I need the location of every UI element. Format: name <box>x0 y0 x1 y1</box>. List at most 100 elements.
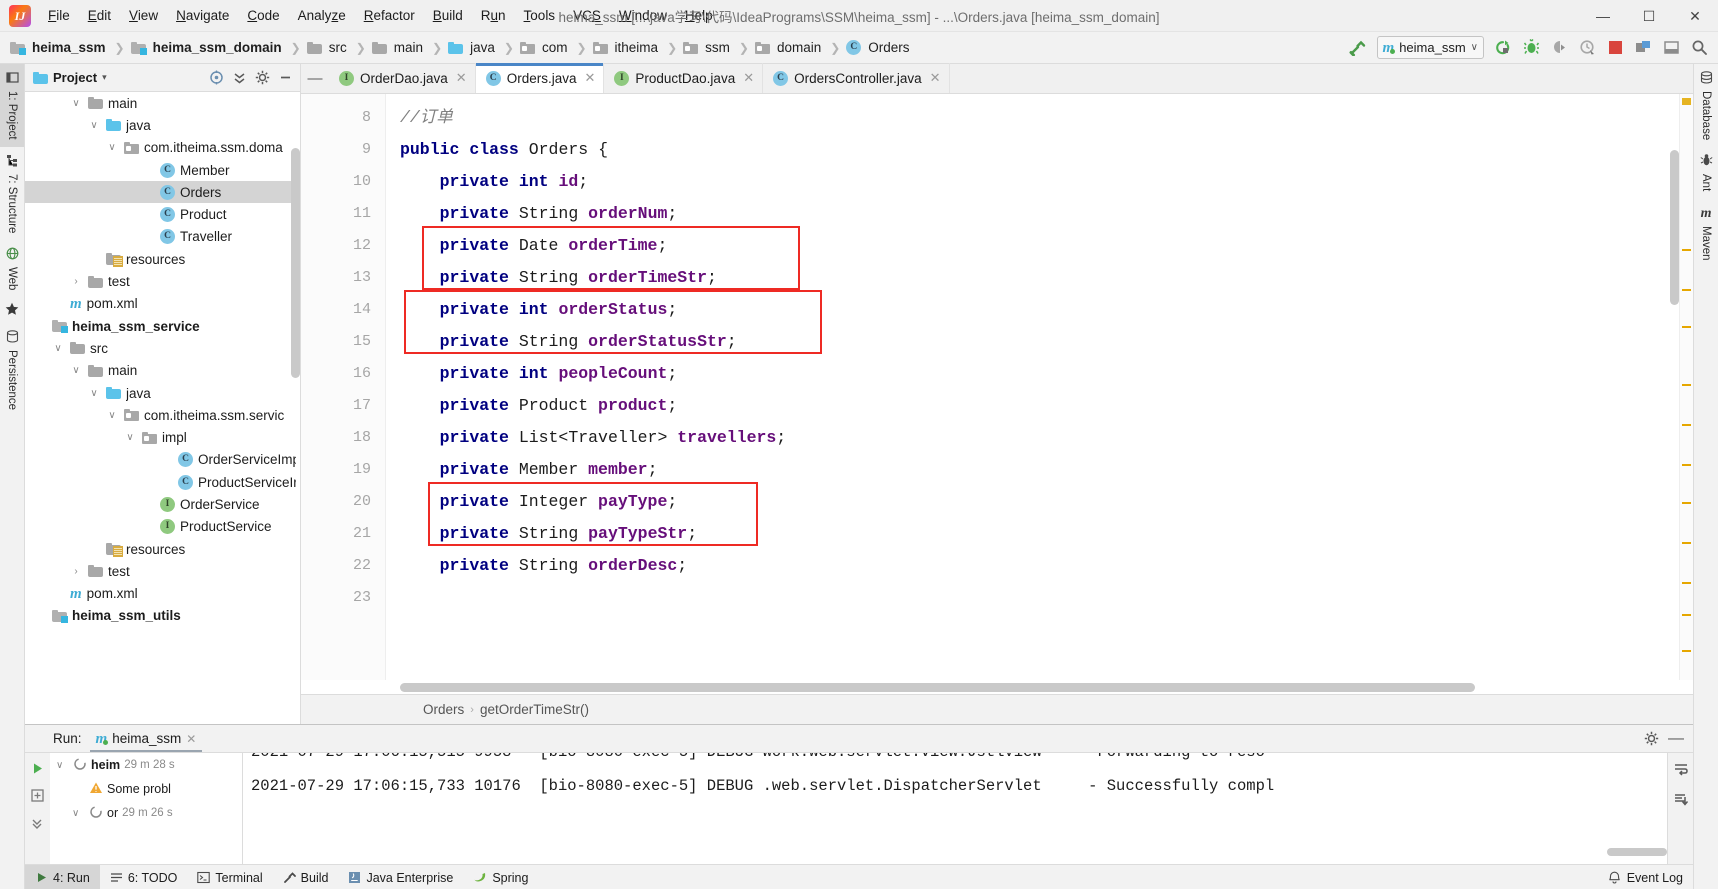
code-editor[interactable]: 8 9 10 11 12 13 14 15 16 17 18 19 20 21 22 23 //订单 publi… <box>301 94 1693 680</box>
close-icon[interactable]: ✕ <box>930 70 941 86</box>
close-button[interactable]: ✕ <box>1672 0 1718 32</box>
run-configuration-selector[interactable]: m heima_ssm ∨ <box>1376 36 1484 59</box>
code-line-23[interactable] <box>386 582 1679 614</box>
project-tree-item-test[interactable]: › test <box>25 270 300 292</box>
settings-gear-icon[interactable] <box>251 67 273 89</box>
chevron-down-icon[interactable]: ∨ <box>69 364 83 378</box>
rerun-icon[interactable] <box>27 757 49 779</box>
stripe-marker-4[interactable] <box>1682 424 1691 426</box>
menu-help[interactable]: Help <box>676 0 722 32</box>
close-icon[interactable]: ✕ <box>186 732 196 746</box>
stripe-marker-9[interactable] <box>1682 614 1691 616</box>
project-tree-item-main[interactable]: ∨ main <box>25 92 300 114</box>
code-line-19[interactable]: private Member member; <box>386 454 1679 486</box>
project-tree-item-resources[interactable]: resources <box>25 538 300 560</box>
code-line-13[interactable]: private String orderTimeStr; <box>386 262 1679 294</box>
console-output[interactable]: 2021-07-29 17:06:15,515 9958 [bio-8080-e… <box>243 753 1667 864</box>
project-tree-item-main[interactable]: ∨ main <box>25 360 300 382</box>
hide-panel-icon[interactable] <box>274 67 296 89</box>
stripe-marker-1[interactable] <box>1682 289 1691 291</box>
stripe-marker-8[interactable] <box>1682 582 1691 584</box>
more-options-icon[interactable] <box>27 811 49 833</box>
code-line-21[interactable]: private String payTypeStr; <box>386 518 1679 550</box>
bottom-tab-4--run[interactable]: 4: Run <box>25 864 100 889</box>
tool-tab-database[interactable]: Database <box>1700 64 1713 147</box>
tool-tab-7--structure[interactable]: 7: Structure <box>0 147 24 240</box>
project-tree-item-orders[interactable]: C Orders <box>25 181 300 204</box>
stripe-marker-2[interactable] <box>1682 326 1691 328</box>
stripe-marker-top[interactable] <box>1682 98 1691 105</box>
tool-tab-2--favorites[interactable] <box>0 297 24 323</box>
chevron-down-icon[interactable]: ∨ <box>87 386 101 400</box>
code-line-10[interactable]: private int id; <box>386 166 1679 198</box>
editor-vertical-scrollbar[interactable] <box>1670 150 1679 305</box>
project-tree[interactable]: ∨ main ∨ java ∨ com.itheima.ssm.doma C Member C O… <box>25 92 300 724</box>
project-tree-item-com-itheima-ssm-doma[interactable]: ∨ com.itheima.ssm.doma <box>25 137 300 159</box>
chevron-right-icon[interactable]: › <box>69 564 83 578</box>
code-line-14[interactable]: private int orderStatus; <box>386 294 1679 326</box>
editor-status-breadcrumb[interactable]: Orders › getOrderTimeStr() <box>301 694 1693 724</box>
code-line-22[interactable]: private String orderDesc; <box>386 550 1679 582</box>
stripe-marker-10[interactable] <box>1682 650 1691 652</box>
project-tree-item-com-itheima-ssm-servic[interactable]: ∨ com.itheima.ssm.servic <box>25 404 300 426</box>
project-tree-item-member[interactable]: C Member <box>25 159 300 181</box>
menu-tools[interactable]: Tools <box>515 0 565 32</box>
editor-tab-productdao-java[interactable]: I ProductDao.java ✕ <box>604 63 764 93</box>
hide-panel-icon[interactable]: — <box>1665 728 1687 750</box>
editor-horizontal-scrollbar[interactable] <box>400 682 1475 692</box>
debug-icon[interactable] <box>1518 36 1544 60</box>
hammer-build-icon[interactable] <box>1345 36 1371 60</box>
scroll-to-end-icon[interactable] <box>1670 789 1692 811</box>
tool-tab-web[interactable]: Web <box>0 240 24 297</box>
soft-wrap-icon[interactable] <box>1670 759 1692 781</box>
stripe-marker-3[interactable] <box>1682 384 1691 386</box>
code-line-15[interactable]: private String orderStatusStr; <box>386 326 1679 358</box>
menu-view[interactable]: View <box>120 0 167 32</box>
chevron-down-icon[interactable]: ∨ <box>72 808 85 819</box>
code-line-20[interactable]: private Integer payType; <box>386 486 1679 518</box>
project-tree-scrollbar[interactable] <box>291 148 300 378</box>
error-stripe-markers[interactable] <box>1679 94 1693 680</box>
chevron-down-icon[interactable]: ∨ <box>105 408 119 422</box>
chevron-down-icon[interactable]: ∨ <box>51 341 65 355</box>
menu-navigate[interactable]: Navigate <box>167 0 238 32</box>
project-tree-item-pom-xml[interactable]: m pom.xml <box>25 293 300 315</box>
stop-icon[interactable] <box>1602 36 1628 60</box>
minimize-button[interactable]: — <box>1580 0 1626 32</box>
breadcrumb-item-domain[interactable]: domain <box>753 39 826 56</box>
chevron-down-icon[interactable]: ∨ <box>105 141 119 155</box>
tool-tab-ant[interactable]: Ant <box>1700 147 1713 198</box>
project-tree-item-productservice[interactable]: I ProductService <box>25 516 300 538</box>
project-tree-item-heima_ssm_service[interactable]: heima_ssm_service <box>25 315 300 337</box>
breadcrumb-item-heima_ssm_domain[interactable]: heima_ssm_domain <box>129 39 287 56</box>
code-line-16[interactable]: private int peopleCount; <box>386 358 1679 390</box>
search-everywhere-icon[interactable] <box>1686 36 1712 60</box>
project-tree-item-resources[interactable]: resources <box>25 248 300 270</box>
project-tree-item-test[interactable]: › test <box>25 560 300 582</box>
breadcrumb-item-com[interactable]: com <box>518 39 573 56</box>
project-tree-item-heima_ssm_utils[interactable]: heima_ssm_utils <box>25 605 300 627</box>
breadcrumb-item-java[interactable]: java <box>446 39 500 56</box>
status-breadcrumb-item-0[interactable]: Orders <box>423 702 464 717</box>
profiler-icon[interactable] <box>1574 36 1600 60</box>
console-hscrollbar[interactable] <box>1607 848 1667 856</box>
collapse-all-icon[interactable] <box>228 67 250 89</box>
stripe-marker-5[interactable] <box>1682 464 1691 466</box>
stripe-marker-6[interactable] <box>1682 502 1691 504</box>
run-tab-heima-ssm[interactable]: m heima_ssm ✕ <box>89 726 203 752</box>
stripe-marker-7[interactable] <box>1682 542 1691 544</box>
project-tree-item-product[interactable]: C Product <box>25 203 300 225</box>
menu-file[interactable]: File <box>39 0 79 32</box>
hide-icon[interactable] <box>1658 36 1684 60</box>
run-with-coverage-icon[interactable] <box>1546 36 1572 60</box>
bottom-tab-build[interactable]: Build <box>273 865 339 889</box>
chevron-down-icon[interactable]: ∨ <box>87 118 101 132</box>
code-content[interactable]: //订单 public class Orders { private int id… <box>386 94 1679 680</box>
breadcrumb-item-main[interactable]: main <box>370 39 428 56</box>
status-breadcrumb-item-1[interactable]: getOrderTimeStr() <box>480 702 589 717</box>
run-tree[interactable]: ∨ heim 29 m 28 s Some probl ∨ or 29 m 26 s <box>50 753 243 864</box>
project-tree-item-orderserviceimp[interactable]: C OrderServiceImp <box>25 449 300 471</box>
breadcrumb-item-orders[interactable]: C Orders <box>844 39 914 56</box>
menu-run[interactable]: Run <box>472 0 515 32</box>
menu-vcs[interactable]: VCS <box>564 0 610 32</box>
